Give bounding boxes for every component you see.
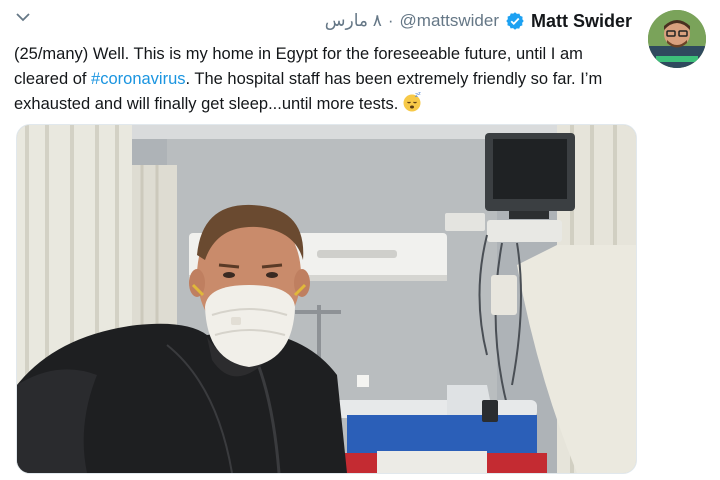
hashtag-link[interactable]: #coronavirus bbox=[91, 70, 185, 88]
tweet-text: (25/many) Well. This is my home in Egypt… bbox=[14, 42, 634, 117]
sleeping-face-emoji: zz bbox=[402, 91, 422, 112]
svg-text:z: z bbox=[418, 92, 421, 97]
tweet-header: ٨ مارس · @mattswider Matt Swider bbox=[325, 8, 632, 34]
author-handle[interactable]: @mattswider bbox=[400, 11, 499, 31]
tweet-date[interactable]: ٨ مارس bbox=[325, 11, 382, 31]
avatar[interactable] bbox=[648, 10, 706, 68]
separator-dot: · bbox=[387, 11, 394, 30]
hospital-selfie-photo[interactable] bbox=[16, 124, 637, 474]
chevron-down-icon[interactable] bbox=[16, 10, 30, 24]
author-name[interactable]: Matt Swider bbox=[531, 11, 632, 32]
verified-badge-icon bbox=[505, 11, 525, 31]
